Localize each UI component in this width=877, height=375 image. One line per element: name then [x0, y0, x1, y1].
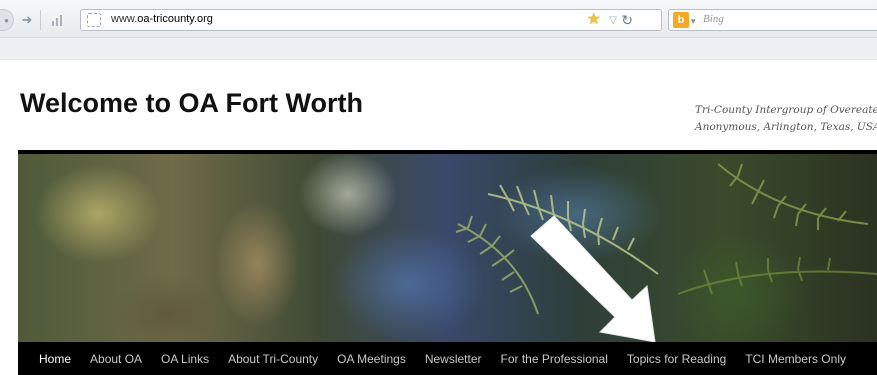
- site-title: Welcome to OA Fort Worth: [20, 88, 363, 118]
- chevron-down-icon[interactable]: ▽: [609, 12, 617, 30]
- nav-item-oa-links[interactable]: OA Links: [161, 352, 209, 366]
- star-icon[interactable]: ★: [587, 11, 601, 29]
- browser-toolbar: • ➜ www.oa-tricounty.org ★ ▽ ↻ b ▾ Bing: [0, 0, 877, 38]
- main-navigation: Home About OA OA Links About Tri-County …: [18, 342, 877, 375]
- tagline-line-1: Tri-County Intergroup of Overeaters: [695, 104, 877, 116]
- banner-image: [18, 154, 877, 342]
- address-bar[interactable]: www.oa-tricounty.org ★ ▽ ↻: [80, 9, 662, 31]
- nav-item-about-oa[interactable]: About OA: [90, 352, 142, 366]
- nav-item-topics-for-reading[interactable]: Topics for Reading: [627, 352, 726, 366]
- site-tagline: Tri-County Intergroup of Overeaters Anon…: [695, 102, 877, 136]
- browser-tab-strip: [0, 38, 877, 60]
- url-prefix: www.: [111, 13, 138, 25]
- page-icon: [87, 13, 101, 27]
- nav-item-about-tri-county[interactable]: About Tri-County: [228, 352, 318, 366]
- nav-item-newsletter[interactable]: Newsletter: [425, 352, 482, 366]
- nav-item-tci-members-only[interactable]: TCI Members Only: [745, 352, 846, 366]
- forward-arrow-icon[interactable]: ➜: [16, 9, 38, 31]
- tagline-line-2: Anonymous, Arlington, Texas, USA: [695, 121, 877, 133]
- url-host: oa-tricounty.org: [137, 13, 213, 25]
- toolbar-divider: [40, 10, 41, 30]
- search-input[interactable]: Bing: [703, 13, 724, 25]
- nav-item-home[interactable]: Home: [39, 352, 71, 366]
- bing-icon[interactable]: b: [673, 12, 689, 28]
- search-bar[interactable]: b ▾ Bing: [668, 9, 877, 31]
- back-arrow-icon[interactable]: •: [0, 9, 14, 31]
- nav-item-oa-meetings[interactable]: OA Meetings: [337, 352, 406, 366]
- reload-icon[interactable]: ↻: [621, 10, 633, 30]
- address-bar-url[interactable]: www.oa-tricounty.org: [111, 13, 213, 25]
- fern-illustration: [455, 163, 877, 342]
- nav-item-for-the-professional[interactable]: For the Professional: [501, 352, 608, 366]
- bar-chart-icon[interactable]: [45, 9, 71, 31]
- search-engine-dropdown-icon[interactable]: ▾: [691, 13, 696, 29]
